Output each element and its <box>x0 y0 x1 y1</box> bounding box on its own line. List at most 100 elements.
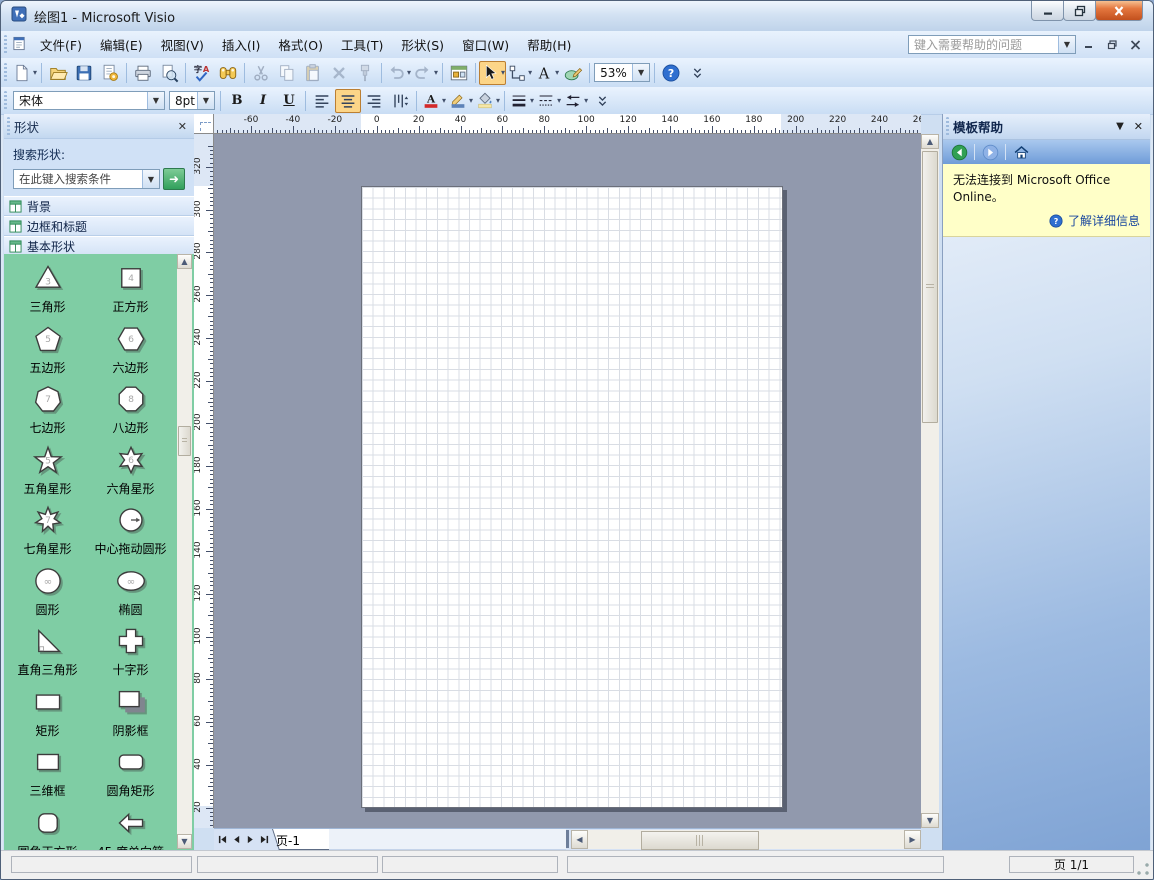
doc-minimize-button[interactable] <box>1080 36 1099 53</box>
print-preview-button[interactable] <box>156 61 182 85</box>
stencil-shape-rectangle[interactable]: 矩形 <box>6 685 89 746</box>
menu-item-3[interactable]: 插入(I) <box>213 35 269 56</box>
dropdown-arrow-icon[interactable]: ▾ <box>501 68 505 77</box>
bold-button[interactable]: B <box>224 89 250 113</box>
stencil-shape-right-triangle[interactable]: 直角三角形 <box>6 624 89 685</box>
scroll-left-button[interactable]: ◀ <box>571 830 588 849</box>
save-button[interactable] <box>71 61 97 85</box>
scroll-down-button[interactable]: ▼ <box>177 834 192 849</box>
dropdown-arrow-icon[interactable]: ▾ <box>584 96 588 105</box>
spelling-button[interactable]: 字A <box>189 61 215 85</box>
new-drawing-button[interactable]: ▾ <box>11 61 38 85</box>
toolbar-options-button[interactable] <box>589 89 615 113</box>
shape-search-button[interactable] <box>215 61 241 85</box>
toolbar-drag-handle[interactable] <box>4 63 7 82</box>
font-size-dropdown-icon[interactable]: ▼ <box>197 92 214 109</box>
stencil-shape-star6[interactable]: 6六角星形 <box>89 443 172 504</box>
font-size-combobox[interactable]: 8pt▼ <box>169 91 215 110</box>
minimize-button[interactable] <box>1031 1 1064 21</box>
page-tab-label[interactable]: 页-1 <box>276 832 300 849</box>
scrollbar-thumb[interactable] <box>641 831 759 850</box>
underline-button[interactable]: U <box>276 89 302 113</box>
canvas-horizontal-scrollbar[interactable]: ◀ ▶ <box>571 830 921 849</box>
stencil-shape-triangle[interactable]: 3三角形 <box>6 261 89 322</box>
stencil-shape-star7[interactable]: 7七角星形 <box>6 503 89 564</box>
dropdown-arrow-icon[interactable]: ▾ <box>555 68 559 77</box>
toolbar-drag-handle[interactable] <box>4 91 7 110</box>
stencil-shape-circle[interactable]: ∞圆形 <box>6 564 89 625</box>
stencil-shape-rounded-square[interactable]: 圆角正方形 <box>6 806 89 852</box>
permission-button[interactable] <box>97 61 123 85</box>
pane-close-icon[interactable]: ✕ <box>1134 120 1143 133</box>
font-color-button[interactable]: A▾ <box>420 89 447 113</box>
stencil-shape-cross[interactable]: 十字形 <box>89 624 172 685</box>
zoom-combobox[interactable]: 53%▼ <box>594 63 650 82</box>
drawing-explorer-button[interactable] <box>446 61 472 85</box>
dropdown-arrow-icon[interactable]: ▾ <box>407 68 411 77</box>
stencil-shape-rounded-rect[interactable]: 圆角矩形 <box>89 745 172 806</box>
restore-button[interactable] <box>1063 1 1096 21</box>
scrollbar-thumb[interactable] <box>922 151 938 423</box>
doc-restore-button[interactable] <box>1103 36 1122 53</box>
doc-close-button[interactable] <box>1126 36 1145 53</box>
close-button[interactable] <box>1095 1 1143 21</box>
stencil-shape-arrow-left[interactable]: 45 度单向箭 <box>89 806 172 852</box>
zoom-dropdown-icon[interactable]: ▼ <box>632 64 649 81</box>
align-center-button[interactable] <box>335 89 361 113</box>
toolbar-drag-handle[interactable] <box>4 35 7 54</box>
menu-item-0[interactable]: 文件(F) <box>31 35 91 56</box>
stencil-shape-square[interactable]: 4正方形 <box>89 261 172 322</box>
dropdown-arrow-icon[interactable]: ▾ <box>496 96 500 105</box>
scroll-up-button[interactable]: ▲ <box>921 134 939 149</box>
shape-search-go-button[interactable]: ➜ <box>163 168 185 190</box>
menu-item-2[interactable]: 视图(V) <box>152 35 213 56</box>
next-page-button[interactable] <box>243 831 257 847</box>
help-button[interactable]: ? <box>658 61 684 85</box>
learn-more-link[interactable]: 了解详细信息 <box>1068 213 1140 230</box>
help-search-box[interactable]: 键入需要帮助的问题 ▼ <box>908 35 1076 54</box>
shapes-pane-close-icon[interactable]: ✕ <box>178 120 187 133</box>
toolbar-options-button[interactable] <box>684 61 710 85</box>
italic-button[interactable]: I <box>250 89 276 113</box>
stencil-shape-circle-arrow[interactable]: 中心拖动圆形 <box>89 503 172 564</box>
dropdown-arrow-icon[interactable]: ▾ <box>557 96 561 105</box>
line-color-button[interactable]: ▾ <box>447 89 474 113</box>
menu-item-4[interactable]: 格式(O) <box>269 35 332 56</box>
align-left-button[interactable] <box>309 89 335 113</box>
line-ends-button[interactable]: ▾ <box>562 89 589 113</box>
ink-tool-button[interactable] <box>560 61 586 85</box>
canvas-vertical-scrollbar[interactable]: ▲ ▼ <box>921 134 939 828</box>
help-search-dropdown-icon[interactable]: ▼ <box>1058 36 1075 53</box>
pane-drag-handle[interactable] <box>946 117 949 136</box>
previous-page-button[interactable] <box>229 831 243 847</box>
stencil-shape-pentagon[interactable]: 5五边形 <box>6 322 89 383</box>
dropdown-arrow-icon[interactable]: ▾ <box>528 68 532 77</box>
dropdown-arrow-icon[interactable]: ▾ <box>469 96 473 105</box>
resize-grip[interactable] <box>1136 862 1150 876</box>
stencil-shape-octagon[interactable]: 8八边形 <box>89 382 172 443</box>
stencil-shape-heptagon[interactable]: 7七边形 <box>6 382 89 443</box>
drawing-canvas[interactable] <box>214 134 921 828</box>
dropdown-arrow-icon[interactable]: ▾ <box>442 96 446 105</box>
font-name-dropdown-icon[interactable]: ▼ <box>147 92 164 109</box>
scroll-down-button[interactable]: ▼ <box>921 813 939 828</box>
font-name-combobox[interactable]: 宋体▼ <box>13 91 165 110</box>
forward-button[interactable] <box>980 142 1000 162</box>
menu-item-5[interactable]: 工具(T) <box>332 35 392 56</box>
shape-search-input[interactable]: 在此键入搜索条件 ▼ <box>13 169 160 189</box>
stencil-shape-hexagon[interactable]: 6六边形 <box>89 322 172 383</box>
stencil-shape-ellipse[interactable]: ∞椭圆 <box>89 564 172 625</box>
dropdown-arrow-icon[interactable]: ▾ <box>434 68 438 77</box>
text-block-align-button[interactable] <box>387 89 413 113</box>
stencil-category-2[interactable]: 基本形状 <box>4 236 194 256</box>
first-page-button[interactable] <box>215 831 229 847</box>
fill-color-button[interactable]: ▾ <box>474 89 501 113</box>
line-pattern-button[interactable]: ▾ <box>535 89 562 113</box>
dropdown-arrow-icon[interactable]: ▾ <box>33 68 37 77</box>
shape-search-dropdown-icon[interactable]: ▼ <box>142 170 159 188</box>
pointer-tool-button[interactable]: ▾ <box>479 61 506 85</box>
dropdown-arrow-icon[interactable]: ▾ <box>530 96 534 105</box>
pane-menu-dropdown-icon[interactable]: ▼ <box>1116 121 1124 132</box>
menu-item-6[interactable]: 形状(S) <box>392 35 453 56</box>
align-right-button[interactable] <box>361 89 387 113</box>
